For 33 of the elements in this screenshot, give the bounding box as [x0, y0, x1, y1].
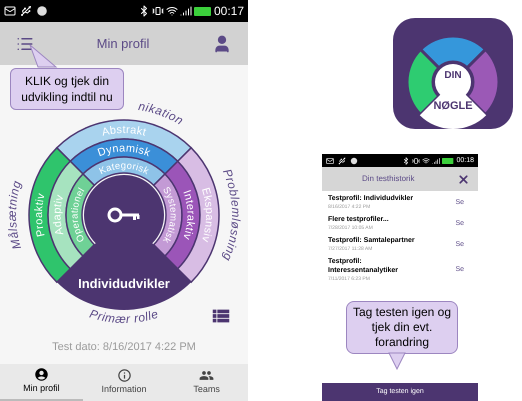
mail-icon [4, 5, 16, 17]
header-title: Din testhistorik [362, 173, 414, 186]
usb-icon [338, 156, 346, 165]
notification-icon [36, 5, 48, 17]
usb-icon [20, 5, 32, 17]
vibrate-icon [152, 5, 164, 17]
nav-tab[interactable]: Information [82, 364, 166, 401]
key-icon [108, 208, 140, 222]
info-icon [116, 368, 132, 384]
callout-bubble: Tag testen igen og tjek din evt. forandring [346, 301, 458, 354]
signal-icon [432, 156, 440, 165]
wifi-icon [422, 156, 430, 165]
nav-tab[interactable]: Teams [165, 364, 248, 401]
callout-tail [28, 45, 58, 69]
callout-tail [388, 352, 406, 370]
axis-label: Primær rolle [88, 306, 160, 326]
battery-icon [442, 158, 454, 164]
battery-icon [194, 6, 212, 16]
nav-tab[interactable]: Min profil [0, 364, 83, 401]
header-title: Min profil [96, 34, 150, 53]
icon-text: DIN [443, 69, 463, 83]
segment-label: Kategorisk [98, 160, 151, 178]
close-icon[interactable] [457, 172, 470, 186]
test-date: Test dato: 8/16/2017 4:22 PM [52, 340, 196, 355]
icon-text: NØGLE [432, 99, 474, 114]
mail-icon [326, 156, 334, 165]
status-time: 00:17 [214, 3, 244, 20]
bluetooth-icon [402, 156, 410, 165]
segment-label: Abstrakt [100, 124, 148, 139]
notification-icon [350, 156, 358, 165]
vibrate-icon [412, 156, 420, 165]
center-label: Individudvikler [78, 276, 170, 291]
segment-label: Dynamisk [96, 142, 152, 160]
